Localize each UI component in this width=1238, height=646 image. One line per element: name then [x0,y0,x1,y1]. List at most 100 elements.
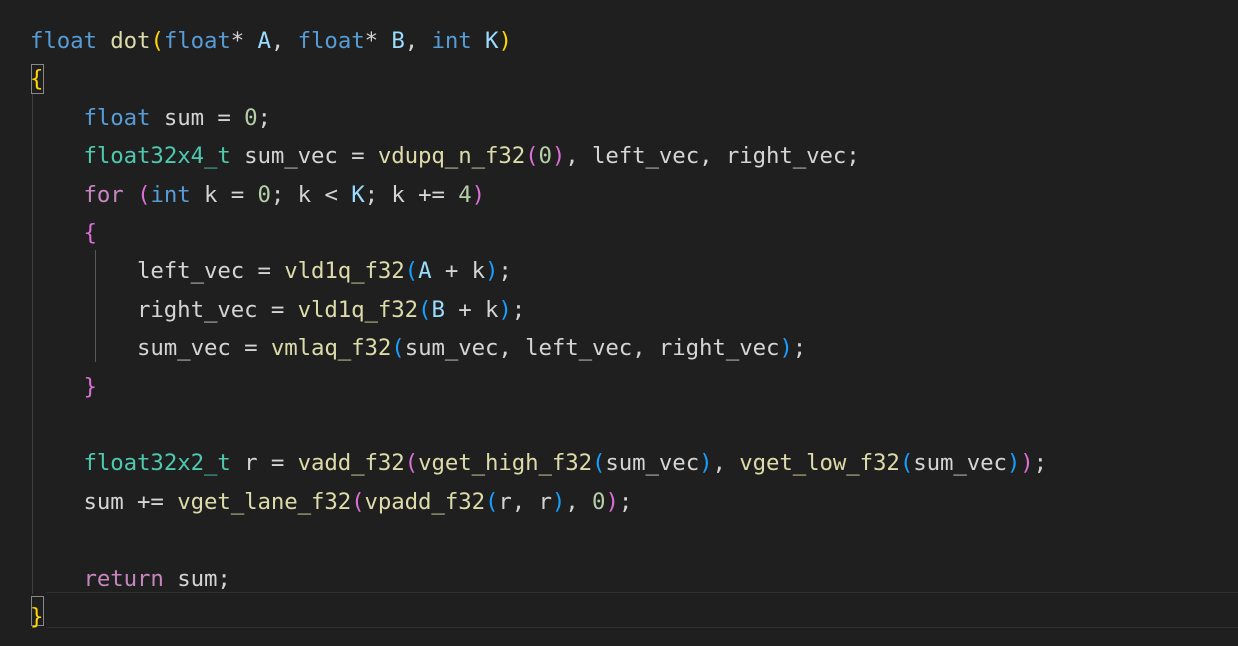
code-line[interactable]: } [30,598,43,636]
code-line[interactable]: } [30,368,97,406]
code-token: ( [484,488,499,515]
code-token: ) [551,488,566,515]
code-token: dot [110,28,151,54]
code-token: ) [779,335,793,362]
code-token: vpadd_f32 [364,488,486,515]
code-token: vget_lane_f32 [177,488,352,515]
code-token: + k [431,258,485,285]
code-token: ; k < [270,181,352,208]
code-token: ) [498,296,512,323]
code-token: ) [498,28,512,54]
code-line[interactable]: sum += vget_lane_f32(vpadd_f32(r, r), 0)… [30,483,633,521]
code-token: , [565,488,593,515]
code-token: 0 [592,488,606,515]
code-token: ; k += [364,181,459,208]
code-token: float [163,28,231,54]
code-token: ( [592,450,606,477]
code-token: vget_high_f32 [418,450,593,477]
code-token: ; [498,258,512,285]
code-token: ( [351,488,365,515]
code-token: ; [511,296,526,323]
code-token: vmlaq_f32 [270,335,392,362]
code-token: sum_vec [913,450,1007,477]
code-line[interactable]: float32x2_t r = vadd_f32(vget_high_f32(s… [30,444,1048,482]
code-token: vadd_f32 [297,450,405,477]
code-token: vget_low_f32 [739,450,900,477]
code-token: B [391,28,405,54]
code-token: ) [1020,450,1034,477]
code-line[interactable]: float32x4_t sum_vec = vdupq_n_f32(0), le… [30,137,860,175]
code-token: ; [618,488,633,515]
code-token: * [364,28,392,54]
code-token: left_vec = [30,258,285,285]
code-token: ; [1033,450,1048,477]
code-token: int [150,181,191,208]
code-token: sum = [150,104,245,131]
code-token: sum_vec = [30,335,271,362]
code-token: ) [551,143,566,170]
code-token: B [431,296,445,323]
code-token: float32x2_t [83,450,231,477]
code-token: ) [699,450,713,477]
code-token: k = [190,181,258,208]
code-token: ; [792,335,807,362]
code-token: { [30,66,44,93]
code-line[interactable]: for (int k = 0; k < K; k += 4) [30,176,486,214]
code-token: { [83,220,97,246]
code-token: 0 [244,104,258,131]
code-token: sum += [30,488,178,515]
code-line[interactable]: { [30,60,43,98]
code-token: ( [404,450,419,477]
code-token: * [230,28,258,54]
code-line[interactable]: float sum = 0; [30,99,271,137]
code-token: float32x4_t [83,143,231,170]
code-token: 0 [538,143,552,170]
code-token: vld1q_f32 [284,258,405,285]
code-token: ) [1006,450,1021,477]
code-token: ) [605,488,619,515]
code-token: A [418,258,432,285]
code-token: ( [150,28,164,54]
code-token: + k [444,296,499,323]
code-token: float [83,104,151,131]
code-line[interactable]: float dot(float* A, float* B, int K) [30,22,512,60]
code-token: 4 [458,181,472,208]
code-line[interactable]: left_vec = vld1q_f32(A + k); [30,252,512,290]
code-line[interactable]: { [30,214,97,252]
code-line[interactable]: sum_vec = vmlaq_f32(sum_vec, left_vec, r… [30,329,806,367]
code-editor[interactable]: float dot(float* A, float* B, int K){ fl… [0,0,1238,646]
code-line[interactable]: right_vec = vld1q_f32(B + k); [30,291,525,329]
code-token: , [404,28,432,54]
code-token: ) [484,258,499,285]
code-token: vdupq_n_f32 [377,143,526,170]
code-token: for [83,181,124,208]
code-token: return [83,565,164,592]
code-token: ; [257,104,271,131]
code-token: float [30,28,97,54]
code-token: , [270,28,298,54]
code-token: K [485,28,499,54]
code-token: A [257,28,271,54]
code-token: int [431,28,472,54]
code-token: ( [418,296,432,323]
code-token: sum_vec = [230,143,378,170]
code-token: sum_vec, left_vec, right_vec [404,335,780,362]
code-token: , [712,450,740,477]
code-token: ( [137,181,151,208]
code-token: } [30,604,44,630]
code-token: sum_vec [605,450,700,477]
code-token: } [83,373,97,400]
code-token: ( [525,143,539,170]
code-token: ( [404,258,419,285]
code-token: r, r [498,488,552,515]
code-line[interactable]: return sum; [30,560,231,598]
code-token: 0 [257,181,271,208]
